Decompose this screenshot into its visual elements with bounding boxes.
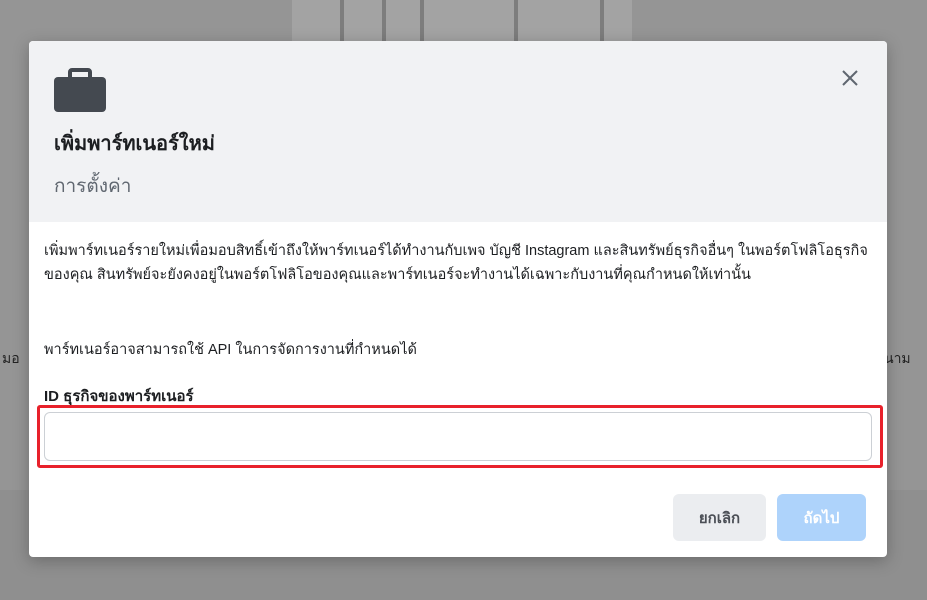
background-text-left: มอ <box>2 350 20 366</box>
partner-id-input[interactable] <box>44 412 872 461</box>
dialog-description: เพิ่มพาร์ทเนอร์รายใหม่เพื่อมอบสิทธิ์เข้า… <box>44 243 868 283</box>
dialog-title: เพิ่มพาร์ทเนอร์ใหม่ <box>54 133 215 155</box>
api-note: พาร์ทเนอร์อาจสามารถใช้ API ในการจัดการงา… <box>44 342 417 358</box>
close-icon <box>842 70 858 86</box>
briefcase-icon <box>54 68 106 112</box>
dialog-header: เพิ่มพาร์ทเนอร์ใหม่ การตั้งค่า <box>29 41 887 222</box>
add-partner-dialog: เพิ่มพาร์ทเนอร์ใหม่ การตั้งค่า เพิ่มพาร์… <box>29 41 887 557</box>
cancel-button[interactable]: ยกเลิก <box>673 494 766 541</box>
dialog-subtitle: การตั้งค่า <box>54 176 132 197</box>
background-illustration <box>292 0 632 42</box>
next-button[interactable]: ถัดไป <box>777 494 866 541</box>
background-text-right: นาม <box>884 350 911 366</box>
close-button[interactable] <box>837 65 863 91</box>
